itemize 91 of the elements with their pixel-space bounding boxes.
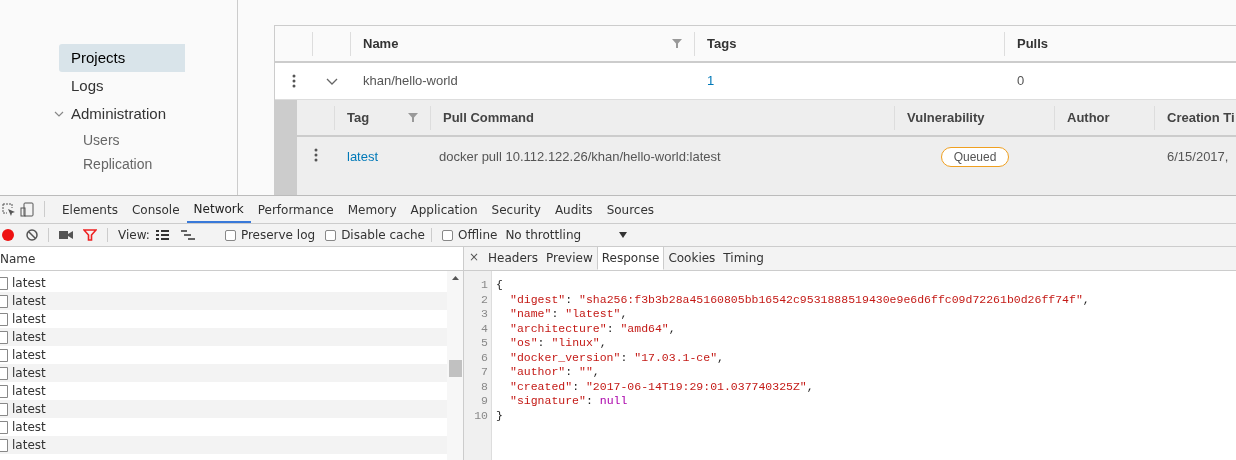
code-line: } bbox=[496, 408, 503, 423]
table-cell-text: 0 bbox=[1016, 72, 1026, 91]
table-cell-text: khan/hello-world bbox=[362, 72, 459, 91]
checkbox[interactable] bbox=[224, 229, 236, 241]
detail-tab[interactable]: Timing bbox=[719, 246, 768, 270]
request-name[interactable]: latest bbox=[12, 346, 46, 364]
list-view-icon[interactable] bbox=[155, 230, 169, 240]
device-icon[interactable] bbox=[20, 202, 34, 217]
more-icon[interactable] bbox=[314, 148, 318, 162]
detail-tab[interactable]: Preview bbox=[542, 246, 597, 270]
line-number: 8 bbox=[480, 379, 488, 394]
line-number: 3 bbox=[480, 307, 488, 322]
line-number: 5 bbox=[480, 336, 488, 351]
devtools-tab[interactable]: Security bbox=[484, 196, 548, 223]
devtools-tab[interactable]: Application bbox=[403, 196, 485, 223]
request-name[interactable]: latest bbox=[12, 274, 46, 292]
scrollbar-thumb[interactable] bbox=[448, 360, 462, 377]
status-badge: Queued bbox=[940, 147, 1010, 167]
line-number: 6 bbox=[480, 350, 488, 365]
tag-link[interactable]: latest bbox=[335, 147, 431, 167]
checkbox[interactable] bbox=[325, 229, 337, 241]
tag-count-link[interactable]: 1 bbox=[695, 71, 1005, 91]
table-cell-text: docker pull 10.112.122.26/khan/hello-world:latest bbox=[438, 148, 722, 166]
code-line: "name": "latest", bbox=[509, 307, 628, 322]
more-icon[interactable] bbox=[292, 74, 296, 88]
option-label[interactable]: Disable cache bbox=[341, 226, 425, 244]
line-number: 1 bbox=[480, 278, 488, 293]
line-number: 7 bbox=[480, 365, 488, 380]
clear-icon[interactable] bbox=[26, 229, 38, 241]
code-line: "signature": null bbox=[509, 394, 628, 409]
filter-icon[interactable] bbox=[408, 113, 418, 122]
close-icon[interactable]: × bbox=[464, 248, 485, 270]
code-line: "author": "", bbox=[509, 365, 600, 380]
column-header: Vulnerability bbox=[907, 108, 985, 127]
column-header: Name bbox=[0, 250, 36, 268]
sidebar-item[interactable]: Projects bbox=[59, 44, 185, 72]
sidebar-item[interactable]: Replication bbox=[71, 152, 185, 176]
filter-icon[interactable] bbox=[672, 39, 682, 48]
devtools-tab[interactable]: Elements bbox=[55, 196, 125, 223]
detail-tab[interactable]: Response bbox=[596, 246, 665, 270]
code-line: "created": "2017-06-14T19:29:01.037740325Z", bbox=[509, 379, 814, 394]
sidebar-item[interactable]: Administration bbox=[71, 100, 167, 128]
option-label[interactable]: Offline bbox=[458, 226, 498, 244]
line-number: 2 bbox=[480, 292, 488, 307]
code-line: { bbox=[496, 278, 503, 293]
code-line: "architecture": "amd64", bbox=[509, 321, 676, 336]
option-label[interactable]: Preserve log bbox=[240, 226, 316, 244]
code-line: "digest": "sha256:f3b3b28a45160805bb16542c9531888519430e9e6d6ffc09d72261b0d26ff74f", bbox=[509, 292, 1090, 307]
scrollbar[interactable] bbox=[447, 271, 463, 460]
throttling-select[interactable]: No throttling bbox=[505, 226, 628, 244]
column-header: Tag bbox=[347, 108, 370, 127]
column-header: Author bbox=[1067, 108, 1110, 127]
column-header: Pull Command bbox=[443, 108, 534, 127]
devtools-tab[interactable]: Console bbox=[124, 196, 187, 223]
scroll-up-icon[interactable] bbox=[451, 276, 459, 280]
code-line: "os": "linux", bbox=[509, 336, 607, 351]
detail-tab[interactable]: Cookies bbox=[664, 246, 720, 270]
column-header: Tags bbox=[707, 34, 737, 53]
column-header: Creation Ti bbox=[1167, 108, 1235, 127]
column-header: Name bbox=[363, 34, 399, 53]
dropdown-icon bbox=[619, 232, 628, 238]
line-number: 4 bbox=[480, 321, 488, 336]
code-line: "docker_version": "17.03.1-ce", bbox=[509, 350, 724, 365]
request-name[interactable]: latest bbox=[12, 418, 46, 436]
sidebar-item[interactable]: Logs bbox=[59, 72, 185, 100]
chevron-icon[interactable] bbox=[326, 77, 338, 85]
request-name[interactable]: latest bbox=[12, 328, 46, 346]
request-name[interactable]: latest bbox=[12, 292, 46, 310]
column-header: Pulls bbox=[1017, 34, 1049, 53]
view-label: View: bbox=[118, 227, 150, 244]
sidebar-item[interactable]: Users bbox=[71, 128, 185, 152]
record-button[interactable] bbox=[2, 229, 14, 241]
devtools-tab[interactable]: Performance bbox=[250, 196, 341, 223]
request-name[interactable]: latest bbox=[12, 364, 46, 382]
line-number: 9 bbox=[480, 394, 488, 409]
devtools-tab[interactable]: Sources bbox=[599, 196, 662, 223]
request-name[interactable]: latest bbox=[12, 400, 46, 418]
table-cell-text: 6/15/2017, bbox=[1166, 148, 1230, 166]
request-name[interactable]: latest bbox=[12, 382, 46, 400]
checkbox[interactable] bbox=[442, 229, 453, 241]
filter-icon[interactable] bbox=[83, 229, 97, 241]
devtools-tab[interactable]: Audits bbox=[547, 196, 600, 223]
devtools-tab[interactable]: Memory bbox=[340, 196, 404, 223]
inspect-icon[interactable] bbox=[2, 203, 16, 217]
waterfall-icon[interactable] bbox=[180, 230, 195, 240]
chevron-icon[interactable] bbox=[54, 111, 64, 117]
request-name[interactable]: latest bbox=[12, 436, 46, 454]
request-name[interactable]: latest bbox=[12, 310, 46, 328]
camera-icon[interactable] bbox=[59, 230, 73, 240]
line-number: 10 bbox=[473, 408, 488, 423]
detail-tab[interactable]: Headers bbox=[484, 246, 542, 270]
